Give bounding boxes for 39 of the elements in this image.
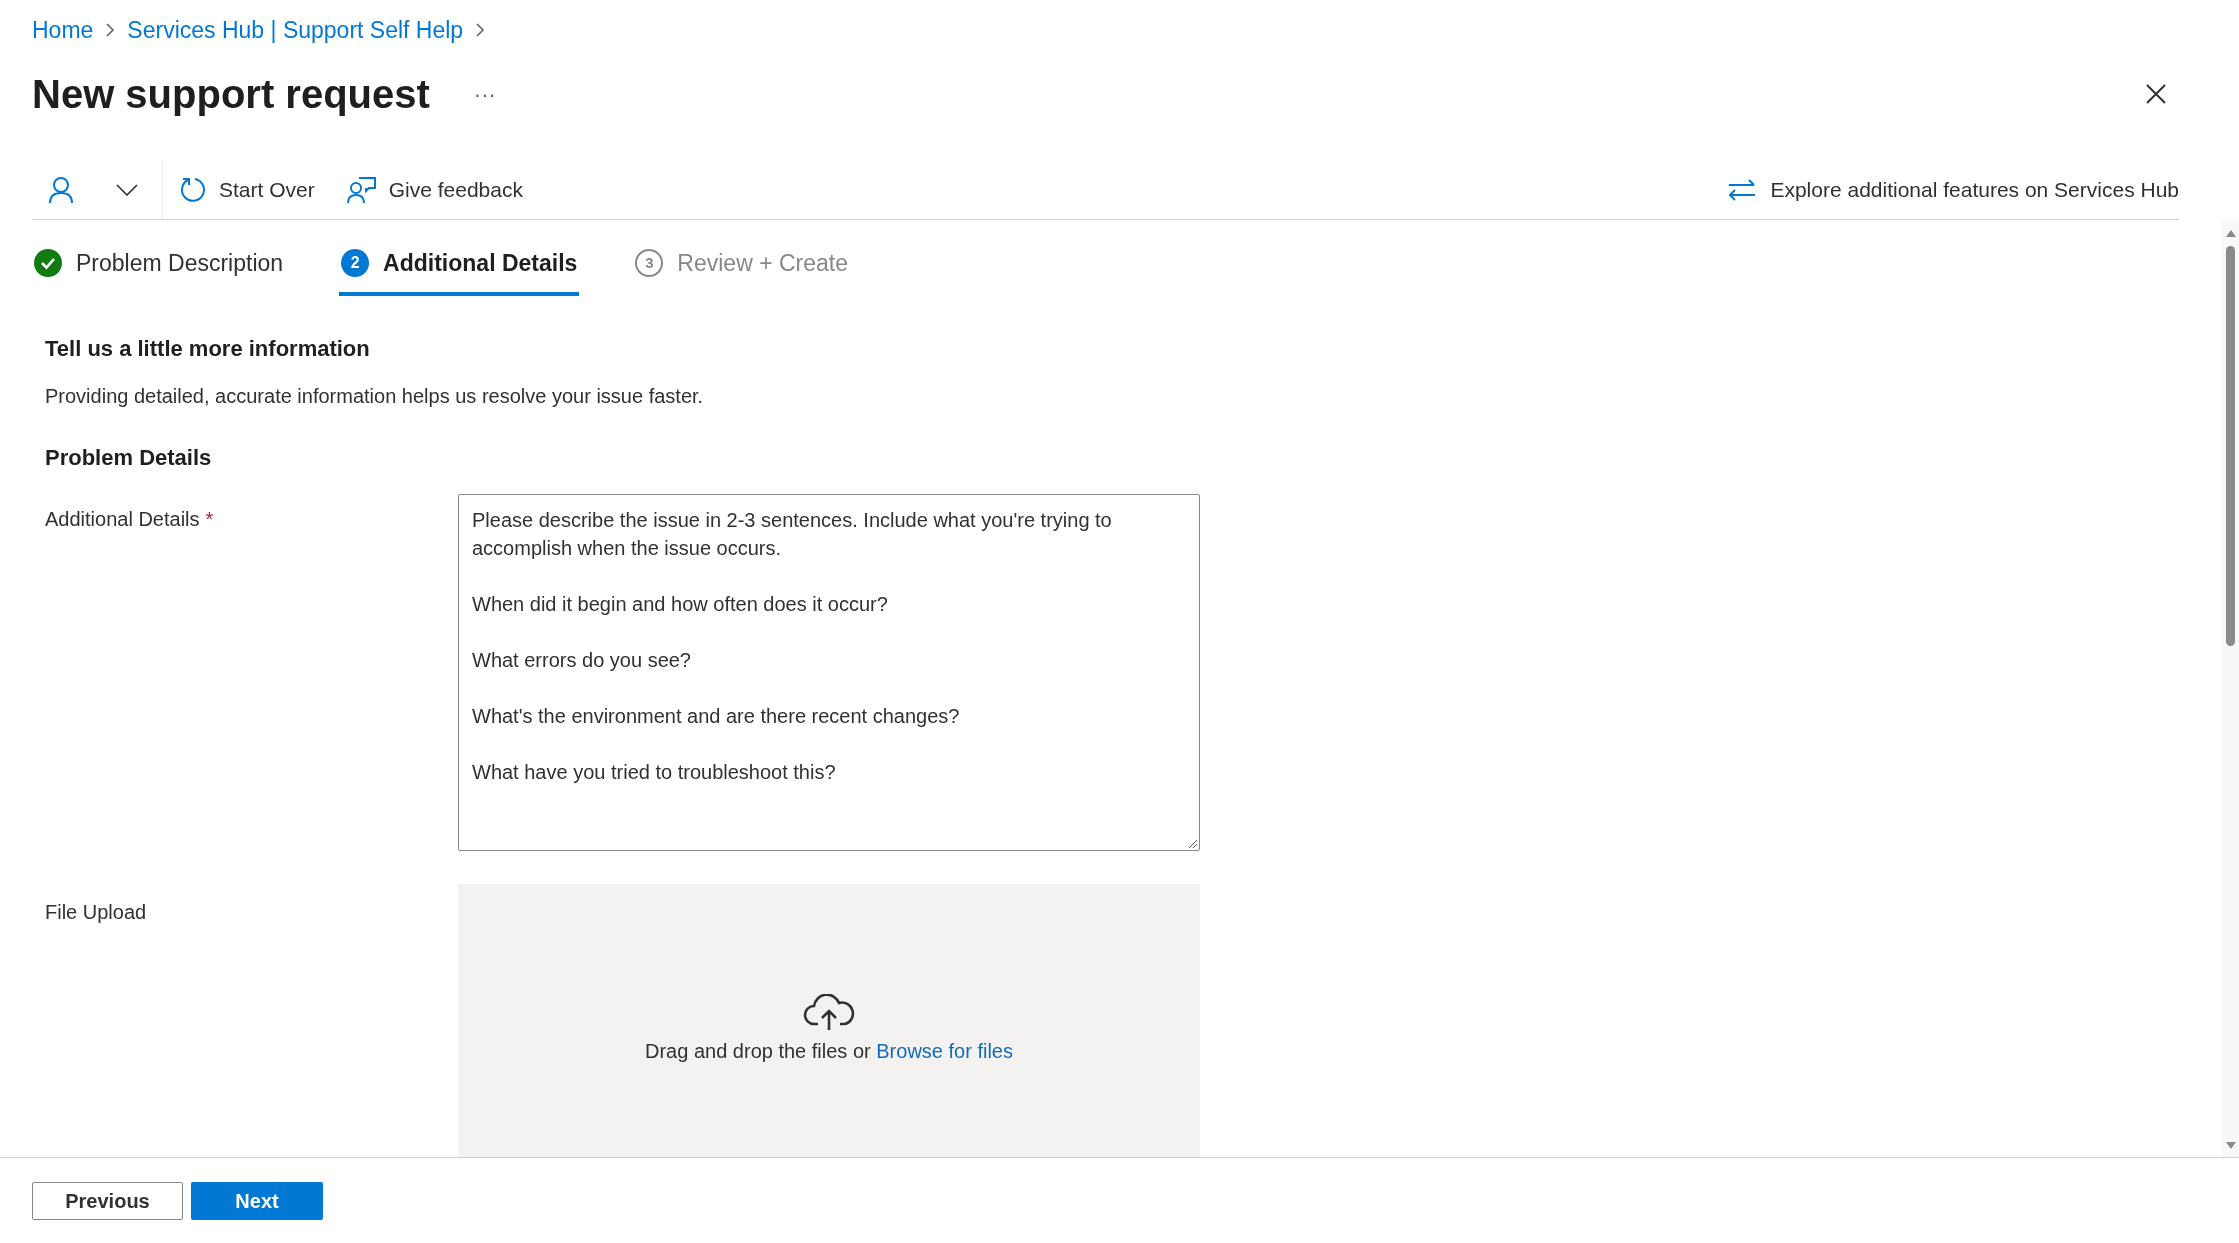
step-tab[interactable]: 3 Review + Create	[633, 234, 850, 296]
required-asterisk: *	[205, 508, 214, 530]
close-icon[interactable]	[2144, 82, 2168, 106]
step-number: 3	[635, 249, 664, 277]
step-number: 2	[341, 249, 370, 277]
chevron-down-icon	[116, 183, 138, 196]
scroll-down-icon[interactable]	[2224, 1141, 2237, 1151]
more-button[interactable]: ···	[469, 77, 500, 111]
details-textarea[interactable]: Please describe the issue in 2-3 sentences. Include what you're trying to accomplish when the issue occurs. When did it begin and how often does it occur? What errors do you see? What's the environment and are there recent changes? What have you tried to troubleshoot this?	[458, 494, 1200, 851]
section-heading: Tell us a little more information	[45, 335, 371, 363]
additional-details-label: Additional Details	[45, 508, 200, 530]
scrollbar-thumb[interactable]	[2226, 246, 2235, 646]
step-tab[interactable]: 2 Additional Details	[339, 234, 580, 296]
problem-details-heading: Problem Details	[45, 444, 213, 472]
scroll-up-icon[interactable]	[2224, 228, 2237, 238]
breadcrumb-link[interactable]: Home	[32, 12, 94, 48]
step-tab[interactable]: Problem Description	[32, 234, 286, 296]
section-description: Providing detailed, accurate information helps us resolve your issue faster.	[45, 384, 705, 409]
file-upload-label: File Upload	[45, 901, 147, 923]
switch-arrows-icon	[1728, 178, 1757, 201]
refresh-icon	[179, 175, 207, 204]
feedback-icon	[346, 175, 377, 204]
drop-prompt: Drag and drop the files or	[645, 1040, 871, 1062]
resize-handle-icon[interactable]	[1188, 839, 1198, 849]
browse-files-link[interactable]: Browse for files	[876, 1040, 1013, 1062]
chevron-right-icon	[105, 22, 116, 38]
breadcrumb-link[interactable]: Services Hub | Support Self Help	[127, 12, 464, 48]
give-feedback-button[interactable]: Give feedback	[330, 160, 539, 219]
check-circle-icon	[34, 249, 62, 277]
chevron-right-icon	[475, 22, 486, 38]
page-title: New support request	[32, 71, 430, 118]
scrollbar[interactable]	[2222, 220, 2239, 1157]
next-button[interactable]: Next	[191, 1181, 323, 1220]
cloud-upload-icon	[803, 994, 855, 1032]
person-icon	[48, 175, 74, 204]
file-drop-zone[interactable]: Drag and drop the files or Browse for files	[458, 884, 1200, 1157]
explore-features-link[interactable]: Explore additional features on Services Hub	[1728, 173, 2179, 206]
previous-button[interactable]: Previous	[32, 1181, 183, 1220]
start-over-button[interactable]: Start Over	[163, 160, 331, 219]
